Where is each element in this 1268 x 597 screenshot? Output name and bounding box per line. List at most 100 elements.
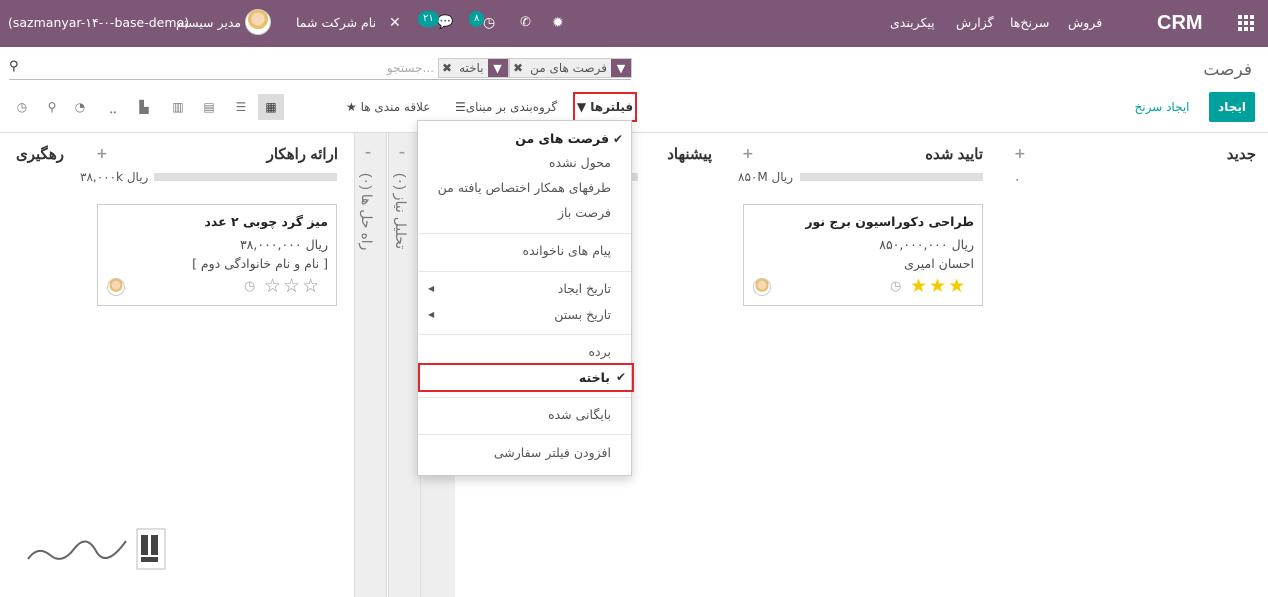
column-title-proposition[interactable]: پیشنهاد: [667, 145, 712, 163]
star-empty-icon[interactable]: ☆: [264, 277, 281, 296]
column-count: ۰: [1014, 172, 1021, 186]
filter-open[interactable]: فرصت باز: [418, 201, 631, 225]
group-by-button[interactable]: ☰گروه‌بندی بر مبنای: [455, 92, 557, 122]
create-button[interactable]: ایجاد: [1209, 92, 1255, 122]
column-sum: ۳۸,۰۰۰k ریال: [80, 170, 149, 184]
check-icon: ✔: [615, 370, 626, 384]
folded-column-title: تحلیل نیاز (۰): [393, 173, 409, 250]
filter-unassigned[interactable]: محول نشده: [418, 151, 631, 175]
bug-icon[interactable]: ✹: [552, 0, 564, 46]
star-filled-icon[interactable]: ★: [910, 277, 927, 296]
filter-won[interactable]: برده: [418, 340, 631, 364]
divider: [0, 132, 1268, 133]
search-icon[interactable]: ⚲: [9, 59, 19, 74]
filter-my-opportunities[interactable]: ✔ فرصت های من: [418, 127, 631, 151]
priority-stars[interactable]: ☆ ☆ ☆: [264, 277, 319, 296]
caret-left-icon: ◀: [428, 284, 435, 293]
menu-reporting[interactable]: گزارش: [956, 0, 994, 46]
messages-icon[interactable]: 💬: [437, 0, 453, 46]
favorites-button[interactable]: ★ علاقه مندی ها: [346, 92, 430, 122]
list-view-button[interactable]: ☰: [228, 94, 254, 120]
assignee-avatar[interactable]: [753, 278, 771, 296]
star-filled-icon[interactable]: ★: [948, 277, 965, 296]
filter-icon: ▼: [576, 100, 591, 114]
graph-view-button[interactable]: ▙: [131, 94, 157, 120]
kanban-view-button[interactable]: ▦: [258, 94, 284, 120]
card-title: طراحی دکوراسیون برج نور: [805, 214, 974, 229]
cohort-view-button[interactable]: ⣀: [100, 94, 126, 120]
dashboard-view-button[interactable]: ◔: [67, 94, 93, 120]
column-title-solution[interactable]: ارائه راهکار: [267, 145, 338, 163]
pivot-view-button[interactable]: ▥: [165, 94, 191, 120]
facet-remove-icon[interactable]: ✖: [439, 59, 455, 77]
app-switcher-icon[interactable]: [1238, 15, 1254, 31]
filter-icon: ▼: [610, 59, 631, 77]
calendar-view-button[interactable]: ▤: [196, 94, 222, 120]
kanban-card[interactable]: میز گرد چوبی ۲ عدد ۳۸,۰۰۰,۰۰۰ ریال [ نام…: [97, 204, 337, 306]
column-progress-bar[interactable]: [800, 173, 983, 181]
column-progress-bar[interactable]: [632, 173, 638, 181]
activity-clock-icon[interactable]: ◷: [483, 0, 495, 46]
page-title: فرصت: [1203, 60, 1252, 79]
menu-configuration[interactable]: پیکربندی: [890, 0, 935, 46]
check-icon: ✔: [612, 132, 623, 146]
activity-view-button[interactable]: ◷: [9, 94, 35, 120]
column-add-icon[interactable]: +: [742, 146, 754, 162]
search-bar[interactable]: ⚲ جستجو... ✖ فرصت های من ▼ ✖ باخته ▼: [9, 57, 632, 80]
card-title: میز گرد چوبی ۲ عدد: [204, 214, 329, 229]
database-name: (sazmanyar-۱۴-۰-base-demo): [8, 15, 190, 30]
messages-badge[interactable]: ۲۱: [418, 11, 439, 27]
column-title-qualified[interactable]: تایید شده: [925, 145, 983, 163]
avatar-wrap: [107, 278, 125, 296]
folded-column-title: راه حل ها (۰): [359, 173, 375, 251]
filter-lost[interactable]: ✔ باخته: [418, 363, 634, 392]
separator: [418, 233, 631, 234]
column-title-followup[interactable]: رهگیری: [16, 145, 64, 163]
top-navbar: CRM فروش سرنخ‌ها گزارش پیکربندی ✹ ✆ ◷ ۸ …: [0, 0, 1268, 47]
facet-lost: ✖ باخته ▼: [438, 58, 509, 78]
filters-dropdown: ✔ فرصت های من محول نشده طرفهای همکار اختص…: [417, 120, 634, 476]
filter-my-partners[interactable]: طرفهای همکار اختصاص یافته من: [418, 176, 631, 200]
filter-creation-date[interactable]: ◀ تاریخ ایجاد: [418, 277, 631, 301]
folded-column[interactable]: – راه حل ها (۰): [354, 133, 387, 597]
menu-sales[interactable]: فروش: [1068, 0, 1102, 46]
activity-clock-icon[interactable]: ◷: [890, 279, 901, 294]
star-empty-icon[interactable]: ☆: [302, 277, 319, 296]
star-filled-icon[interactable]: ★: [929, 277, 946, 296]
filters-button[interactable]: ▼ فیلترها: [573, 92, 637, 122]
column-title-new[interactable]: جدید: [1227, 145, 1256, 163]
column-add-icon[interactable]: +: [1014, 146, 1026, 162]
add-custom-filter[interactable]: افزودن فیلتر سفارشی: [418, 441, 631, 465]
kanban-card[interactable]: طراحی دکوراسیون برج نور ۸۵۰,۰۰۰,۰۰۰ ریال…: [743, 204, 983, 306]
filter-unread[interactable]: پیام های ناخوانده: [418, 239, 631, 263]
facet-remove-icon[interactable]: ✖: [510, 59, 526, 77]
search-input[interactable]: جستجو...: [134, 59, 434, 77]
star-empty-icon[interactable]: ☆: [283, 277, 300, 296]
priority-stars[interactable]: [753, 278, 771, 296]
list-icon: ☰: [455, 100, 466, 114]
column-progress-bar[interactable]: [154, 173, 337, 181]
user-avatar[interactable]: [245, 9, 271, 35]
filter-close-date[interactable]: ◀ تاریخ بستن: [418, 303, 631, 327]
card-amount: ۸۵۰,۰۰۰,۰۰۰ ریال: [879, 237, 974, 252]
separator: [418, 434, 631, 435]
tools-icon[interactable]: ✕: [389, 0, 401, 46]
company-switcher[interactable]: نام شرکت شما: [296, 0, 376, 46]
map-view-button[interactable]: ⚲: [39, 94, 65, 120]
menu-leads[interactable]: سرنخ‌ها: [1010, 0, 1049, 46]
filter-archived[interactable]: بایگانی شده: [418, 403, 631, 427]
activity-clock-icon[interactable]: ◷: [244, 279, 255, 294]
card-amount: ۳۸,۰۰۰,۰۰۰ ریال: [239, 237, 328, 252]
minus-icon: –: [399, 145, 405, 159]
app-brand[interactable]: CRM: [1157, 0, 1203, 46]
separator: [418, 334, 631, 335]
phone-icon[interactable]: ✆: [520, 0, 531, 46]
column-add-icon[interactable]: +: [96, 146, 108, 162]
separator: [418, 397, 631, 398]
card-contact: [ نام و نام خانوادگی دوم ]: [192, 256, 328, 271]
create-lead-button[interactable]: ایجاد سرنخ: [1127, 92, 1197, 122]
priority-stars[interactable]: ★ ★ ★: [910, 277, 965, 296]
assignee-avatar[interactable]: [107, 278, 125, 296]
filter-icon: ▼: [487, 59, 508, 77]
minus-icon: –: [365, 145, 371, 159]
